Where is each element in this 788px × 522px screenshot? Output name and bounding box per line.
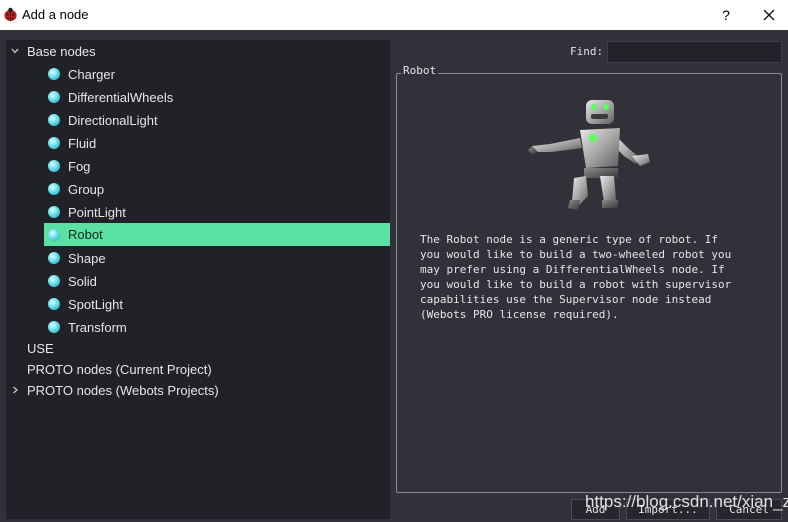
chevron-right-icon[interactable] bbox=[10, 385, 20, 395]
tree-item-base-nodes[interactable]: Base nodes bbox=[6, 40, 390, 62]
node-bullet-icon bbox=[48, 275, 60, 287]
tree-item-label: Transform bbox=[68, 319, 127, 335]
tree-item-directionallight[interactable]: DirectionalLight bbox=[44, 109, 390, 131]
chevron-down-icon[interactable] bbox=[10, 46, 20, 56]
tree-item-transform[interactable]: Transform bbox=[44, 316, 390, 338]
import-button[interactable]: Import... bbox=[626, 499, 710, 520]
node-description: The Robot node is a generic type of robo… bbox=[420, 233, 732, 321]
tree-item-solid[interactable]: Solid bbox=[44, 270, 390, 292]
tree-item-label: DifferentialWheels bbox=[68, 89, 174, 105]
tree-item-label: DirectionalLight bbox=[68, 112, 158, 128]
node-bullet-icon bbox=[48, 228, 60, 241]
close-icon[interactable] bbox=[757, 3, 781, 27]
tree-item-fog[interactable]: Fog bbox=[44, 155, 390, 177]
node-bullet-icon bbox=[48, 114, 60, 126]
tree-item-label: Base nodes bbox=[27, 43, 96, 59]
tree-item-label: Fog bbox=[68, 158, 91, 174]
tree-item-label: Robot bbox=[68, 227, 103, 242]
node-bullet-icon bbox=[48, 252, 60, 264]
window-title: Add a node bbox=[22, 7, 89, 22]
tree-item-pointlight[interactable]: PointLight bbox=[44, 201, 390, 223]
tree-item-fluid[interactable]: Fluid bbox=[44, 132, 390, 154]
tree-item-label: PointLight bbox=[68, 204, 126, 220]
tree-item-label: PROTO nodes (Webots Projects) bbox=[27, 382, 219, 398]
tree-item-label: Shape bbox=[68, 250, 106, 266]
help-button[interactable]: ? bbox=[714, 3, 738, 27]
cancel-button[interactable]: Cancel bbox=[716, 499, 782, 520]
dialog-body: Base nodes Charger DifferentialWheels Di… bbox=[0, 30, 788, 522]
node-tree[interactable]: Base nodes Charger DifferentialWheels Di… bbox=[6, 40, 390, 519]
tree-item-group[interactable]: Group bbox=[44, 178, 390, 200]
robot-preview-image bbox=[528, 100, 650, 210]
node-bullet-icon bbox=[48, 321, 60, 333]
add-button[interactable]: Add bbox=[571, 499, 620, 520]
tree-item-label: Fluid bbox=[68, 135, 97, 151]
tree-item-shape[interactable]: Shape bbox=[44, 247, 390, 269]
node-bullet-icon bbox=[48, 298, 60, 310]
tree-item-label: PROTO nodes (Current Project) bbox=[27, 361, 212, 377]
tree-item-label: Group bbox=[68, 181, 105, 197]
tree-item-use[interactable]: USE bbox=[6, 337, 390, 359]
node-bullet-icon bbox=[48, 137, 60, 149]
ladybug-icon bbox=[4, 7, 17, 22]
tree-item-label: Charger bbox=[68, 66, 115, 82]
node-info-title: Robot bbox=[401, 64, 439, 77]
tree-item-spotlight[interactable]: SpotLight bbox=[44, 293, 390, 315]
tree-item-differentialwheels[interactable]: DifferentialWheels bbox=[44, 86, 390, 108]
find-label: Find: bbox=[570, 45, 604, 58]
tree-item-label: USE bbox=[27, 340, 54, 356]
title-bar: Add a node ? bbox=[0, 0, 788, 30]
tree-item-charger[interactable]: Charger bbox=[44, 63, 390, 85]
tree-item-proto-webots[interactable]: PROTO nodes (Webots Projects) bbox=[6, 379, 390, 401]
node-bullet-icon bbox=[48, 183, 60, 195]
node-bullet-icon bbox=[48, 91, 60, 103]
tree-item-robot[interactable]: Robot bbox=[44, 223, 390, 246]
tree-item-proto-current[interactable]: PROTO nodes (Current Project) bbox=[6, 358, 390, 380]
find-input[interactable] bbox=[607, 41, 782, 63]
node-bullet-icon bbox=[48, 68, 60, 80]
tree-item-label: Solid bbox=[68, 273, 97, 289]
node-bullet-icon bbox=[48, 160, 60, 172]
node-bullet-icon bbox=[48, 206, 60, 218]
tree-item-label: SpotLight bbox=[68, 296, 123, 312]
